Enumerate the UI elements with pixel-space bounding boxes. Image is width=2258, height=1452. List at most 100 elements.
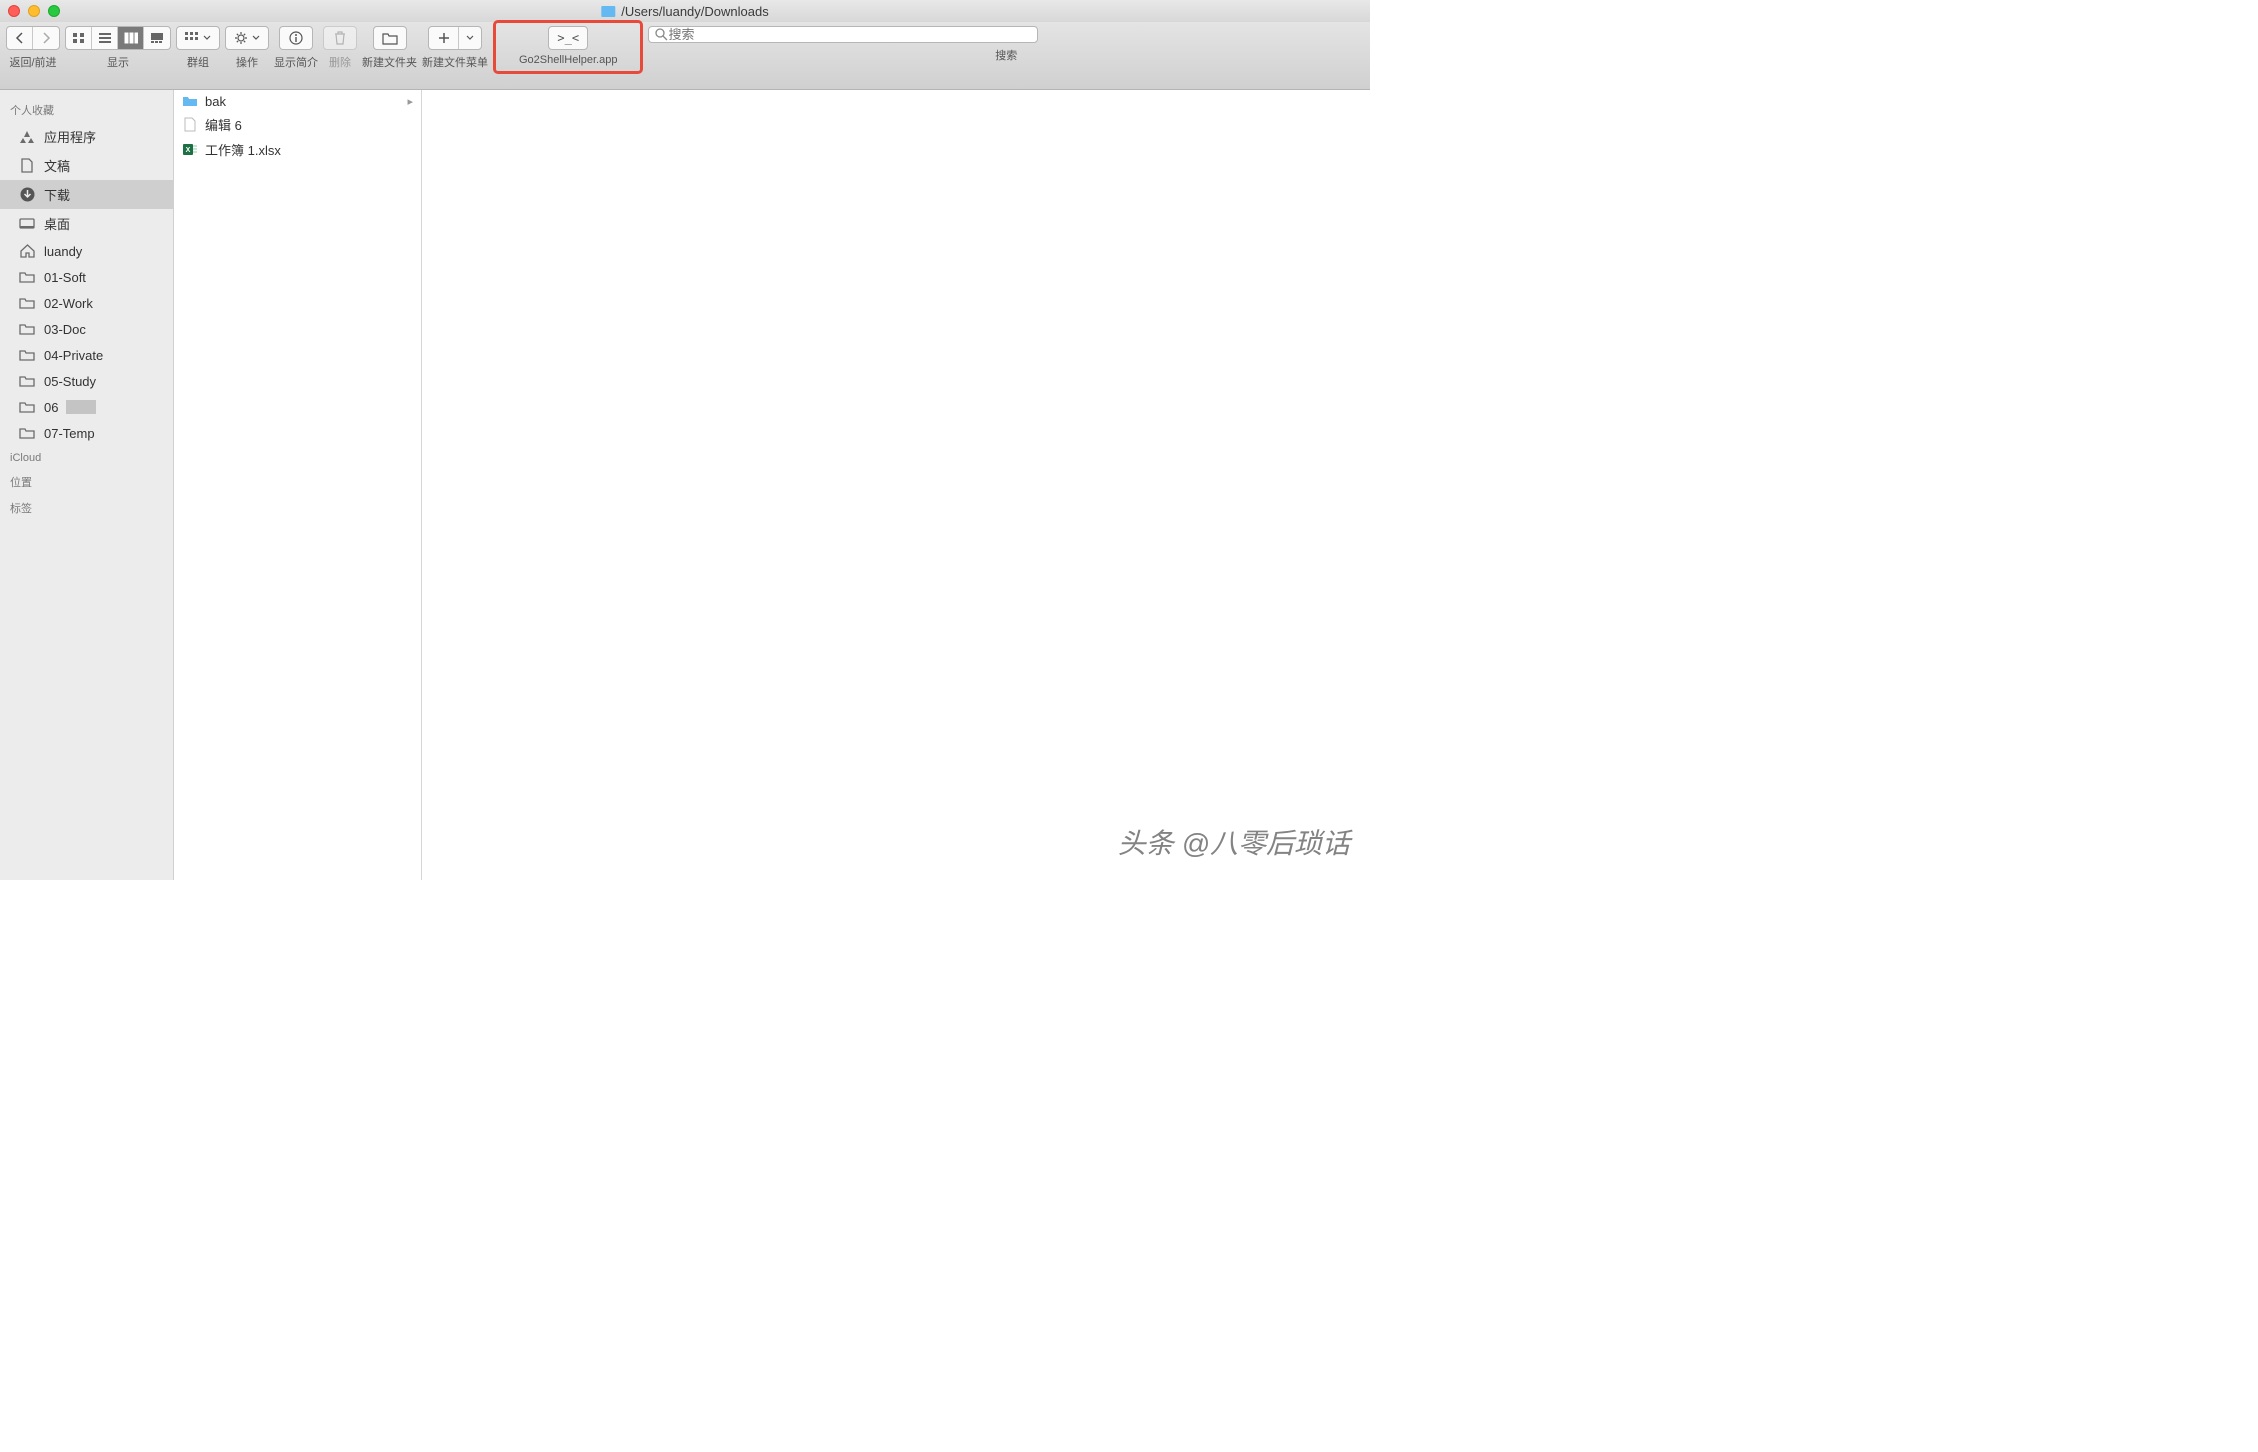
action-label: 操作 (236, 54, 258, 70)
sidebar-section-icloud: iCloud (0, 446, 173, 468)
search-box[interactable] (648, 26, 1038, 43)
toolbar: 返回/前进 显示 群组 (0, 22, 1370, 90)
plus-icon (438, 32, 450, 44)
xlsx-icon: X (182, 142, 198, 158)
content-area (422, 90, 1370, 880)
main-area: 个人收藏 应用程序 文稿 下载 桌面 luandy 01-Soft 02-Wor… (0, 90, 1370, 880)
sidebar-item-apps[interactable]: 应用程序 (0, 122, 173, 151)
sidebar-item-label: 05-Study (44, 374, 96, 389)
newfolder-label: 新建文件夹 (362, 54, 417, 70)
grid-icon (185, 32, 199, 44)
sidebar-item-03-doc[interactable]: 03-Doc (0, 316, 173, 342)
go2shell-button[interactable]: >_< (548, 26, 588, 50)
window-title: /Users/luandy/Downloads (601, 4, 768, 19)
sidebar-item-label: 文稿 (44, 156, 70, 175)
folder-icon (18, 295, 36, 311)
forward-button[interactable] (33, 27, 59, 49)
newfile-button[interactable] (429, 27, 459, 49)
window-path: /Users/luandy/Downloads (621, 4, 768, 19)
sidebar-item-label: 07-Temp (44, 426, 95, 441)
download-icon (18, 187, 36, 203)
view-buttons (65, 26, 171, 50)
group-group: 群组 (176, 26, 220, 70)
view-label: 显示 (107, 54, 129, 70)
apps-icon (18, 129, 36, 145)
file-name: 工作簿 1.xlsx (205, 140, 281, 159)
info-button[interactable] (279, 26, 313, 50)
sidebar-item-label: 下载 (44, 185, 70, 204)
newfilemenu-label: 新建文件菜单 (422, 54, 488, 70)
maximize-button[interactable] (48, 5, 60, 17)
sidebar-item-05-study[interactable]: 05-Study (0, 368, 173, 394)
sidebar: 个人收藏 应用程序 文稿 下载 桌面 luandy 01-Soft 02-Wor… (0, 90, 174, 880)
action-button[interactable] (225, 26, 269, 50)
newfile-dropdown[interactable] (459, 27, 481, 49)
newfilemenu-group: 新建文件菜单 (422, 26, 488, 70)
folder-icon (18, 269, 36, 285)
sidebar-item-label: 04-Private (44, 348, 103, 363)
chevron-right-icon: ▸ (407, 95, 413, 108)
folder-icon (18, 373, 36, 389)
search-group: 搜索 (648, 26, 1364, 63)
chevron-down-icon (203, 35, 211, 41)
sidebar-item-label: 06 (44, 400, 58, 415)
search-input[interactable] (668, 27, 1031, 42)
search-icon (655, 28, 668, 41)
action-group: 操作 (225, 26, 269, 70)
folder-icon (18, 347, 36, 363)
watermark: 头条 @八零后琐话 (1118, 822, 1350, 862)
sidebar-item-02-work[interactable]: 02-Work (0, 290, 173, 316)
file-name: bak (205, 94, 226, 109)
close-button[interactable] (8, 5, 20, 17)
go2shell-label: Go2ShellHelper.app (519, 54, 617, 66)
home-icon (18, 243, 36, 259)
file-column: bak ▸ 编辑 6 X 工作簿 1.xlsx (174, 90, 422, 880)
sidebar-item-downloads[interactable]: 下载 (0, 180, 173, 209)
view-list-button[interactable] (92, 27, 118, 49)
sidebar-item-label: 02-Work (44, 296, 93, 311)
file-name: 编辑 6 (205, 115, 242, 134)
sidebar-item-04-private[interactable]: 04-Private (0, 342, 173, 368)
nav-label: 返回/前进 (9, 54, 56, 70)
redacted-text (66, 400, 96, 414)
sidebar-item-desktop[interactable]: 桌面 (0, 209, 173, 238)
nav-group: 返回/前进 (6, 26, 60, 70)
sidebar-item-06[interactable]: 06 (0, 394, 173, 420)
newfolder-button[interactable] (373, 26, 407, 50)
minimize-button[interactable] (28, 5, 40, 17)
search-label: 搜索 (995, 47, 1017, 63)
file-row-folder[interactable]: bak ▸ (174, 90, 421, 112)
sidebar-section-locations: 位置 (0, 468, 173, 494)
newfilemenu-buttons (428, 26, 482, 50)
file-row-xlsx[interactable]: X 工作簿 1.xlsx (174, 137, 421, 162)
folder-icon (182, 93, 198, 109)
sidebar-item-label: 03-Doc (44, 322, 86, 337)
view-column-button[interactable] (118, 27, 144, 49)
titlebar: /Users/luandy/Downloads (0, 0, 1370, 22)
folder-icon (18, 321, 36, 337)
sidebar-item-documents[interactable]: 文稿 (0, 151, 173, 180)
doc-icon (18, 158, 36, 174)
group-button[interactable] (176, 26, 220, 50)
view-gallery-button[interactable] (144, 27, 170, 49)
group-label: 群组 (187, 54, 209, 70)
delete-button[interactable] (323, 26, 357, 50)
folder-icon (382, 32, 398, 45)
info-icon (289, 31, 303, 45)
sidebar-item-01-soft[interactable]: 01-Soft (0, 264, 173, 290)
trash-icon (334, 31, 346, 45)
file-row-document[interactable]: 编辑 6 (174, 112, 421, 137)
delete-group: 删除 (323, 26, 357, 70)
sidebar-item-home[interactable]: luandy (0, 238, 173, 264)
terminal-icon: >_< (557, 31, 579, 45)
info-label: 显示简介 (274, 54, 318, 70)
back-button[interactable] (7, 27, 33, 49)
folder-icon (601, 6, 615, 17)
newfolder-group: 新建文件夹 (362, 26, 417, 70)
sidebar-item-label: 01-Soft (44, 270, 86, 285)
folder-icon (18, 399, 36, 415)
svg-text:X: X (185, 147, 190, 154)
sidebar-item-label: 应用程序 (44, 127, 96, 146)
sidebar-item-07-temp[interactable]: 07-Temp (0, 420, 173, 446)
view-icon-button[interactable] (66, 27, 92, 49)
